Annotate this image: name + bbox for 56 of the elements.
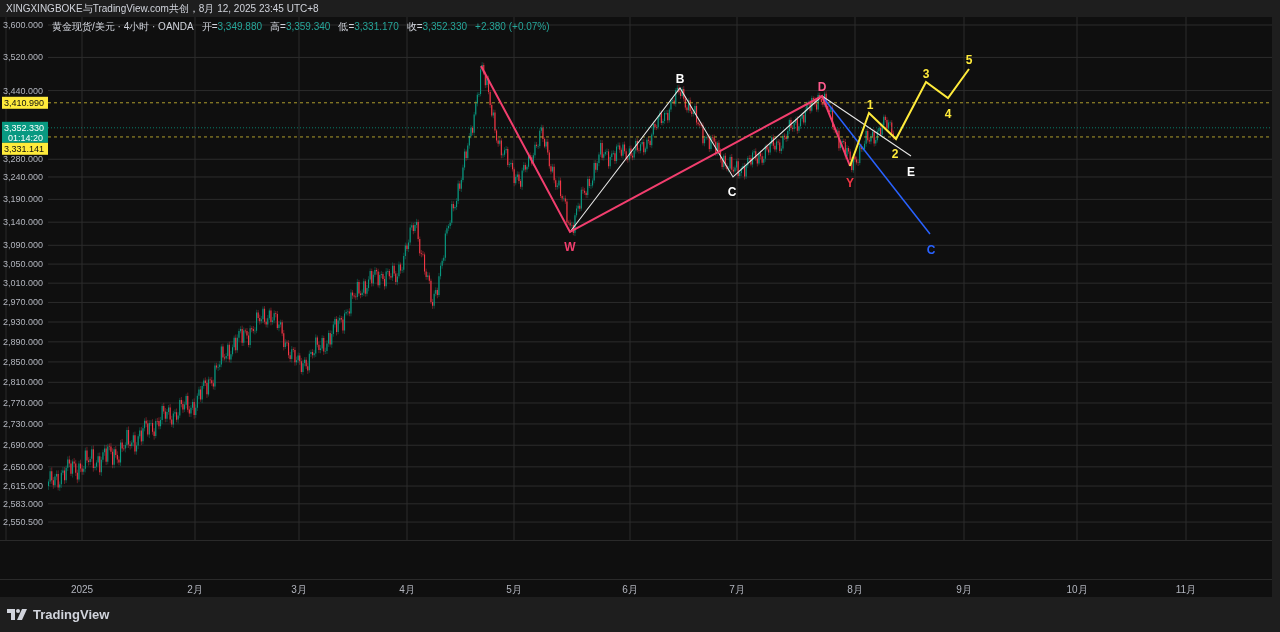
price-axis-label: 2,550.500 [3,517,44,528]
logo-text: TradingView [33,605,110,624]
last-price-tag: 3,352.330 01:14:20 [2,121,48,143]
price-axis-label: 3,190.000 [3,194,44,205]
ohlc-value: 开=3,349.880 [201,20,263,34]
price-axis-label: 3,600.000 [3,20,44,30]
time-axis-label: 4月 [399,583,415,597]
wave-label: 5 [965,53,973,67]
price-axis-label: 2,615.000 [3,481,44,492]
price-axis-label: 2,650.000 [3,461,44,472]
wave-label: B [675,72,685,86]
price-change: +2.380 (+0.07%) [475,20,550,34]
wave-label: C [727,185,737,199]
price-axis-label: 2,850.000 [3,356,44,367]
price-axis-label: 2,690.000 [3,440,44,451]
time-axis-label: 10月 [1066,583,1088,597]
time-axis-label: 7月 [729,583,745,597]
time-axis-label: 2月 [187,583,203,597]
price-axis-label: 3,280.000 [3,154,44,165]
time-axis-label: 3月 [291,583,307,597]
time-axis-label: 9月 [956,583,972,597]
price-axis-label: 2,810.000 [3,377,44,388]
price-axis-label: 2,890.000 [3,336,44,347]
ohlc-value: 高=3,359.340 [270,20,331,34]
wave-label: Y [846,176,854,190]
price-axis-label: 3,050.000 [3,259,44,270]
wave-label: E [907,165,915,179]
time-axis-label: 5月 [506,583,522,597]
price-tag: 3,410.990 [2,96,48,109]
wave-label: 1 [866,98,874,112]
time-axis-label: 8月 [847,583,863,597]
wave-label: D [817,80,827,94]
price-axis-label: 3,090.000 [3,240,44,251]
price-axis-label: 3,520.000 [3,52,44,63]
logo-icon [7,609,29,620]
price-axis-label: 2,770.000 [3,398,44,408]
price-axis-label: 3,240.000 [3,171,44,182]
wave-label: 2 [891,147,899,161]
price-axis-label: 3,440.000 [3,85,44,96]
wave-label: W [564,240,576,254]
price-axis-label: 2,930.000 [3,317,44,327]
time-axis-label: 11月 [1175,583,1197,597]
time-axis-label: 6月 [622,583,638,597]
wave-label: 3 [922,67,930,81]
price-axis-label: 2,583.000 [3,498,44,509]
time-axis-label: 2025 [70,583,94,597]
ohlc-value: 收=3,352.330 [406,20,468,34]
price-axis-label: 3,140.000 [3,217,44,228]
price-axis-label: 3,010.000 [3,278,44,289]
price-axis-label: 2,970.000 [3,297,44,308]
wave-label: C [926,243,936,257]
chart-credit: XINGXINGBOKE与TradingView.com共创，8月 12, 2025 23:45 UTC+8 [5,2,320,16]
wave-label: 4 [944,107,952,121]
symbol-title: 黄金现货/美元 · 4小时 · OANDA [52,20,194,34]
ohlc-value: 低=3,331.170 [338,20,399,34]
price-axis-label: 2,730.000 [3,418,44,429]
